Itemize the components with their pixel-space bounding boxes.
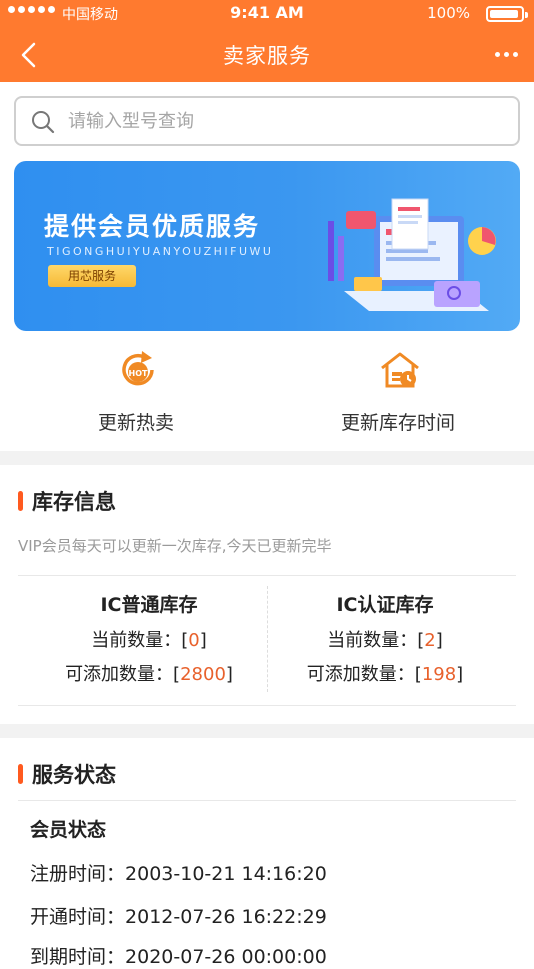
ic-certified-stock-title: IC认证库存: [336, 594, 434, 616]
app-header: 中国移动 9:41 AM 100% 卖家服务: [0, 0, 534, 82]
update-stock-time-button[interactable]: 更新库存时间: [298, 340, 498, 450]
search-icon: [32, 111, 55, 134]
ic-certified-addable-value: 198: [421, 664, 457, 685]
search-input[interactable]: [68, 106, 488, 136]
laptop-illustration-icon: [328, 198, 496, 311]
open-time-value: 2012-07-26 16:22:29: [125, 906, 327, 928]
divider-line: [18, 800, 516, 801]
ic-normal-stock: IC普通库存 当前数量：[0] 可添加数量：[2800]: [24, 590, 274, 686]
ic-normal-addable: 可添加数量：[2800]: [65, 664, 233, 685]
battery-percent: 100%: [427, 4, 470, 22]
update-hot-button[interactable]: HOT 更新热卖: [36, 340, 236, 450]
ic-certified-stock: IC认证库存 当前数量：[2] 可添加数量：[198]: [260, 590, 510, 686]
inventory-section-title: 库存信息: [18, 486, 116, 516]
member-status-title: 会员状态: [30, 819, 107, 841]
banner-subtitle: TIGONGHUIYUANYOUZHIFUWU: [47, 245, 274, 258]
expire-time-row: 到期时间：2020-07-26 00:00:00: [30, 946, 327, 968]
ic-normal-current: 当前数量：[0]: [91, 630, 207, 651]
divider-line: [18, 575, 516, 576]
divider-line: [18, 705, 516, 706]
search-box[interactable]: [14, 96, 520, 146]
page-title: 卖家服务: [223, 44, 311, 68]
status-bar: 中国移动 9:41 AM 100%: [0, 0, 534, 26]
battery-icon: [486, 6, 528, 22]
ic-normal-stock-title: IC普通库存: [100, 594, 198, 616]
open-time-row: 开通时间：2012-07-26 16:22:29: [30, 906, 327, 928]
service-section-title: 服务状态: [18, 759, 116, 789]
more-button[interactable]: [492, 44, 520, 64]
register-time-row: 注册时间：2003-10-21 14:16:20: [30, 863, 327, 885]
register-time-value: 2003-10-21 14:16:20: [125, 863, 327, 885]
promo-banner[interactable]: 提供会员优质服务 TIGONGHUIYUANYOUZHIFUWU 用芯服务: [14, 161, 520, 331]
update-hot-label: 更新热卖: [97, 412, 174, 434]
ic-normal-current-value: 0: [188, 630, 200, 651]
hot-refresh-icon: HOT: [122, 351, 154, 386]
warehouse-clock-icon: [381, 352, 419, 388]
banner-title: 提供会员优质服务: [44, 212, 261, 241]
quick-actions: HOT 更新热卖 更新库存时间: [0, 340, 534, 450]
hot-badge: HOT: [129, 369, 148, 378]
expire-time-value: 2020-07-26 00:00:00: [125, 946, 327, 968]
ic-certified-current-value: 2: [424, 630, 436, 651]
ic-normal-addable-value: 2800: [180, 664, 226, 685]
inventory-notice: VIP会员每天可以更新一次库存,今天已更新完毕: [18, 537, 332, 555]
section-divider: [0, 724, 534, 738]
banner-tag: 用芯服务: [48, 265, 136, 287]
ic-certified-current: 当前数量：[2]: [327, 630, 443, 651]
ic-certified-addable: 可添加数量：[198]: [306, 664, 464, 685]
section-divider: [0, 451, 534, 465]
update-stock-time-label: 更新库存时间: [340, 412, 455, 434]
